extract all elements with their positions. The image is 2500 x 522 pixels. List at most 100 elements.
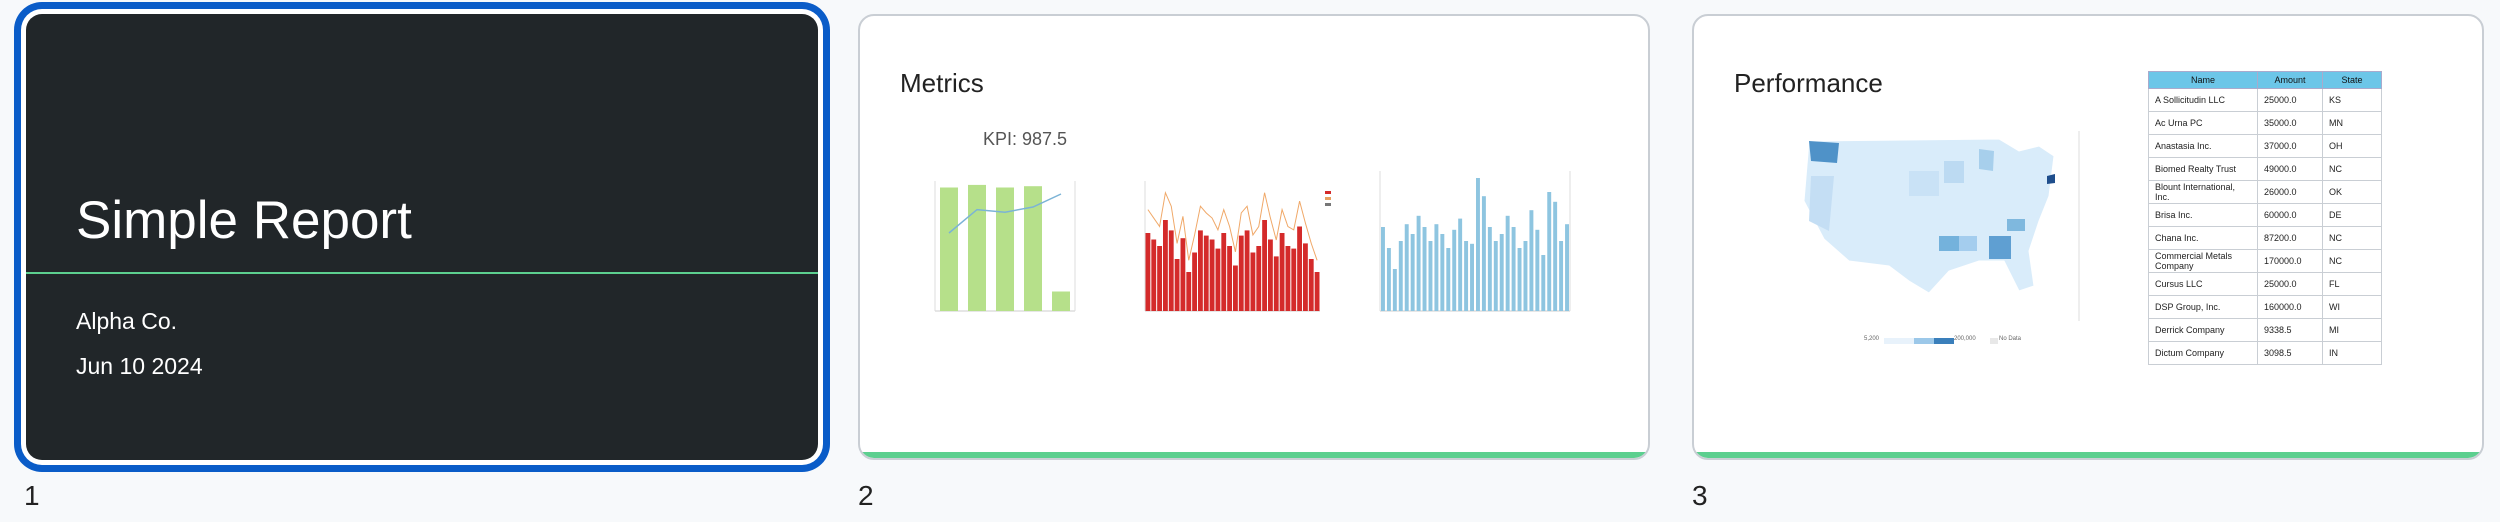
slide-2-canvas[interactable]: Metrics KPI: 987.5 <box>858 14 1650 460</box>
chart-bar <box>1547 192 1552 311</box>
slide-thumbnail-3[interactable]: Performance 5,200 200,000 No Data Name Am… <box>1692 14 2484 460</box>
map-legend-min: 5,200 <box>1864 336 1880 342</box>
chart-bar <box>1416 215 1421 311</box>
table-header-cell: Name <box>2148 71 2258 89</box>
chart-bar <box>1250 252 1256 311</box>
table-row: Brisa Inc. 60000.0 DE <box>2148 203 2382 227</box>
chart-bar <box>1256 246 1262 311</box>
table-cell: 25000.0 <box>2257 272 2323 296</box>
table-cell: OH <box>2322 134 2382 158</box>
chart-bar <box>1221 233 1227 311</box>
table-row: Anastasia Inc. 37000.0 OH <box>2148 134 2382 158</box>
chart-bar <box>940 187 958 311</box>
chart-bar <box>1227 246 1232 311</box>
slide-thumbnail-1[interactable]: Simple Report Alpha Co. Jun 10 2024 <box>26 14 818 460</box>
slide-1-title: Simple Report <box>76 191 412 250</box>
table-cell: KS <box>2322 88 2382 112</box>
chart-bar <box>1168 230 1174 311</box>
chart-bar <box>1198 230 1203 311</box>
chart-bar <box>1157 246 1162 311</box>
table-row: Biomed Realty Trust 49000.0 NC <box>2148 157 2382 181</box>
chart-bar <box>1024 186 1042 311</box>
chart-bar <box>1446 248 1451 311</box>
title-divider <box>26 272 818 274</box>
table-cell: NC <box>2322 157 2382 181</box>
chart-bar <box>1262 220 1267 311</box>
chart-bar <box>1535 229 1540 311</box>
chart-bar <box>1559 241 1564 311</box>
slide-1-canvas[interactable]: Simple Report Alpha Co. Jun 10 2024 <box>26 14 818 460</box>
chart-bar <box>1151 239 1157 311</box>
chart-bar <box>1565 224 1569 311</box>
slide-1-company: Alpha Co. <box>76 308 178 334</box>
chart-bar <box>1398 241 1403 311</box>
table-cell: 25000.0 <box>2257 88 2323 112</box>
table-cell: 37000.0 <box>2257 134 2323 158</box>
chart-bar <box>1386 248 1391 311</box>
chart-bar <box>1487 227 1492 311</box>
table-cell: Commercial Metals Company <box>2148 249 2258 273</box>
legend-swatch <box>1325 191 1331 194</box>
table-row: Chana Inc. 87200.0 NC <box>2148 226 2382 250</box>
chart-bar <box>1440 234 1445 311</box>
table-row: Cursus LLC 25000.0 FL <box>2148 272 2382 296</box>
table-cell: 26000.0 <box>2257 180 2323 204</box>
chart-bar <box>1392 269 1397 311</box>
table-cell: Biomed Realty Trust <box>2148 157 2258 181</box>
table-cell: Blount International, Inc. <box>2148 180 2258 204</box>
table-cell: Cursus LLC <box>2148 272 2258 296</box>
chart-bar <box>1209 239 1215 311</box>
table-cell: WI <box>2322 295 2382 319</box>
chart-bar <box>1052 291 1070 311</box>
table-cell: Ac Urna PC <box>2148 111 2258 135</box>
chart-bar <box>1493 241 1498 311</box>
table-cell: NC <box>2322 249 2382 273</box>
slide-number-2: 2 <box>858 480 874 511</box>
table-cell: 160000.0 <box>2257 295 2323 319</box>
chart-bar <box>1285 246 1291 311</box>
map-legend-max: 200,000 <box>1954 336 1976 342</box>
slide-2-accent-bar <box>860 452 1648 458</box>
chart-bar <box>1481 196 1486 311</box>
combo-chart <box>934 181 1076 312</box>
table-cell: DE <box>2322 203 2382 227</box>
table-row: Blount International, Inc. 26000.0 OK <box>2148 180 2382 204</box>
chart-bar <box>1238 235 1244 311</box>
table-row: A Sollicitudin LLC 25000.0 KS <box>2148 88 2382 112</box>
chart-bar <box>1434 224 1439 311</box>
chart-bar <box>1163 220 1168 311</box>
chart-bar <box>1553 201 1558 311</box>
chart-bar <box>1422 227 1427 311</box>
chart-bar <box>996 187 1014 311</box>
table-cell: Brisa Inc. <box>2148 203 2258 227</box>
chart-bar <box>1308 259 1314 311</box>
table-row: DSP Group, Inc. 160000.0 WI <box>2148 295 2382 319</box>
chart-bar <box>1381 227 1385 311</box>
chart-bar <box>1529 210 1534 311</box>
chart-bar <box>1297 226 1302 311</box>
table-cell: OK <box>2322 180 2382 204</box>
table-cell: MN <box>2322 111 2382 135</box>
table-cell: NC <box>2322 226 2382 250</box>
chart-bar <box>1203 235 1209 311</box>
blue-bar-chart <box>1379 171 1571 312</box>
us-choropleth-map <box>1803 131 2080 321</box>
table-cell: 35000.0 <box>2257 111 2323 135</box>
chart-bar <box>1303 243 1308 311</box>
kpi-label: KPI: 987.5 <box>983 129 1068 149</box>
chart-bar <box>1233 265 1238 311</box>
chart-bar <box>1314 272 1320 311</box>
chart-bar <box>968 184 986 311</box>
slide-3-canvas[interactable]: Performance 5,200 200,000 No Data Name Am… <box>1692 14 2484 460</box>
slide-3-accent-bar <box>1694 452 2482 458</box>
table-cell: Dictum Company <box>2148 341 2258 365</box>
chart-bar <box>1145 233 1151 311</box>
chart-bar <box>1476 178 1480 311</box>
slide-number-1: 1 <box>24 480 40 511</box>
chart-bar <box>1273 256 1279 311</box>
map-legend-no-data: No Data <box>1999 336 2022 342</box>
table-cell: IN <box>2322 341 2382 365</box>
chart-bar <box>1174 259 1180 311</box>
chart-bar <box>1410 234 1415 311</box>
slide-thumbnail-2[interactable]: Metrics KPI: 987.5 <box>858 14 1650 460</box>
